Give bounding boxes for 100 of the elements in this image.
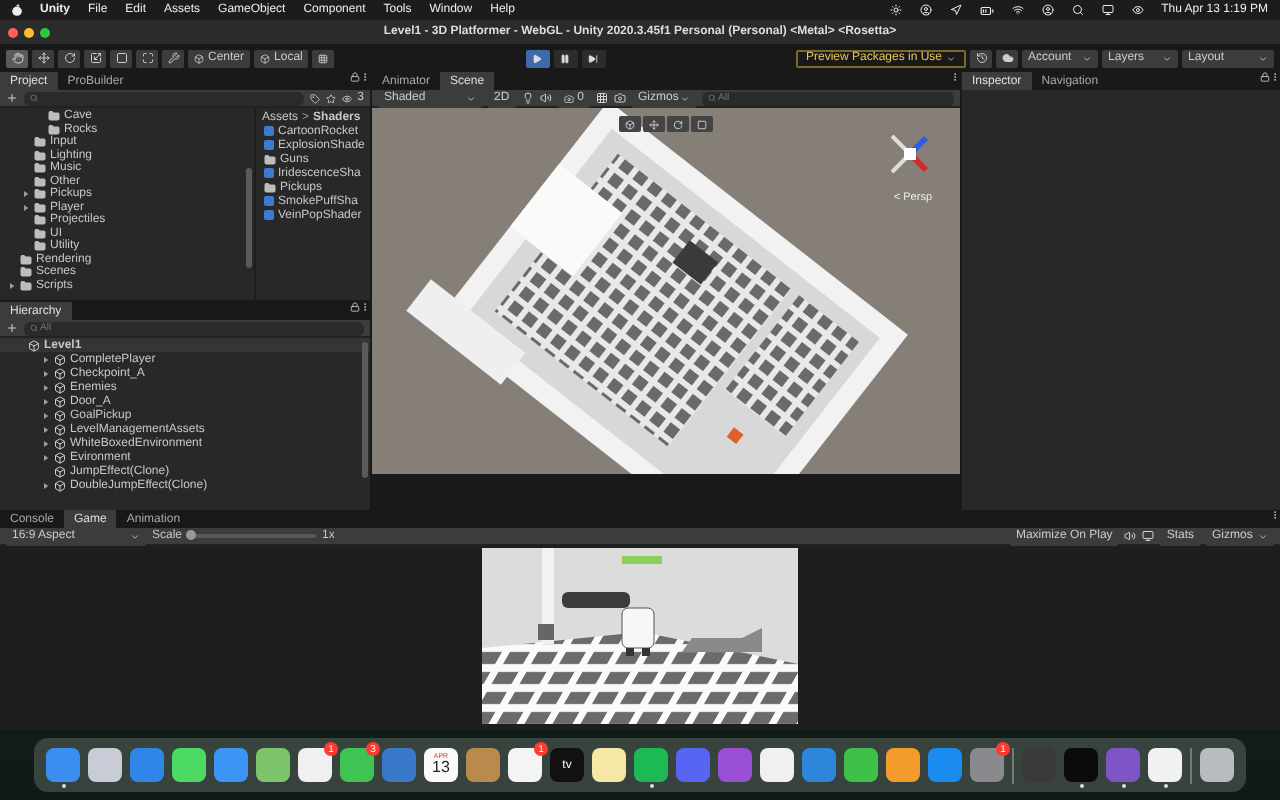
pivot-icon: [194, 53, 204, 63]
search-icon: [1071, 4, 1084, 16]
lock-icon: [1260, 72, 1270, 82]
chevron-down-icon: [946, 53, 957, 63]
chevron-down-icon: [680, 93, 691, 103]
app-icon[interactable]: [88, 748, 122, 782]
scrollbar[interactable]: [362, 342, 368, 478]
play-button[interactable]: [525, 49, 550, 67]
folder-icon: [264, 181, 276, 193]
camera-icon: [563, 93, 574, 103]
pause-button[interactable]: [553, 49, 578, 67]
logo-icon[interactable]: [12, 4, 22, 16]
running-indicator: [1163, 784, 1167, 788]
add-icon: [6, 92, 18, 104]
zoom-button[interactable]: [40, 27, 50, 37]
app-icon[interactable]: [760, 748, 794, 782]
chevron-down-icon: [1258, 531, 1268, 541]
close-button[interactable]: [8, 27, 18, 37]
rect-icon: [115, 52, 127, 64]
chevron-down-icon: [466, 93, 476, 103]
scene-icon: [28, 339, 40, 351]
search-icon: [30, 324, 38, 332]
tag-icon: [309, 93, 320, 103]
app-icon[interactable]: [886, 748, 920, 782]
search-icon: [708, 94, 717, 102]
scale-icon: [89, 52, 101, 64]
app-icon[interactable]: [634, 748, 668, 782]
overlay-tool-button[interactable]: [667, 116, 689, 132]
display-icon: [1101, 4, 1114, 16]
move-arrows-tool-button[interactable]: [32, 49, 54, 67]
app-icon[interactable]: [1148, 748, 1182, 782]
battery-icon: [979, 3, 994, 17]
status-icon: [889, 4, 902, 16]
light-icon: [521, 92, 534, 104]
chevron-down-icon: [1258, 53, 1269, 63]
location-arrow-icon: [949, 4, 962, 16]
user-icon: [1041, 4, 1054, 16]
transform-tool-button[interactable]: [136, 49, 158, 67]
user-icon: [919, 4, 932, 16]
cloud-icon: [1001, 52, 1014, 64]
history-button[interactable]: [970, 49, 993, 67]
hand-icon: [11, 52, 23, 64]
move-arrows-icon: [649, 119, 659, 129]
running-indicator: [649, 784, 653, 788]
running-indicator: [1121, 784, 1125, 788]
rotate-icon: [63, 52, 75, 64]
chevron-down-icon: [1082, 53, 1093, 63]
speaker-icon: [1124, 530, 1137, 542]
camera-icon: [614, 92, 627, 104]
expand-arrow-icon[interactable]: [8, 281, 16, 290]
star-icon: [325, 93, 336, 103]
step-icon: [588, 53, 599, 63]
minimize-button[interactable]: [24, 27, 34, 37]
wifi-icon: [1011, 4, 1024, 16]
status-icon: [1131, 4, 1144, 16]
play-icon: [532, 53, 543, 63]
overlay-tool-button[interactable]: [691, 116, 713, 132]
wrench-icon: [167, 52, 179, 64]
expand-arrow-icon[interactable]: [42, 481, 50, 489]
wrench-tool-button[interactable]: [162, 49, 184, 67]
app-icon[interactable]: [172, 748, 206, 782]
scrollbar[interactable]: [246, 168, 252, 268]
rotate-tool-button[interactable]: [58, 49, 80, 67]
app-icon[interactable]: [592, 748, 626, 782]
shader-file-icon: [264, 168, 274, 178]
add-icon: [6, 322, 18, 334]
grid-icon: [318, 53, 329, 63]
app-icon[interactable]: [1200, 748, 1234, 782]
cube-icon: [625, 119, 635, 129]
folder-icon: [264, 153, 276, 165]
move-arrows-icon: [37, 52, 49, 64]
chevron-down-icon: [1162, 53, 1173, 63]
grid-snap-button[interactable]: [312, 49, 335, 67]
app-icon-label: 13: [432, 760, 450, 777]
grid-icon: [596, 92, 609, 104]
search-icon: [30, 94, 38, 102]
hand-tool-button[interactable]: [6, 49, 28, 67]
scale-tool-button[interactable]: [84, 49, 106, 67]
pause-icon: [560, 53, 571, 63]
overlay-tool-button[interactable]: [619, 116, 641, 132]
eye-icon: [341, 93, 352, 103]
app-icon[interactable]: [256, 748, 290, 782]
display-icon: [1142, 530, 1155, 542]
rect-icon: [697, 119, 707, 129]
audio-icon: [539, 92, 552, 104]
rotate-icon: [673, 119, 683, 129]
search-field[interactable]: [24, 91, 304, 105]
rect-tool-button[interactable]: [110, 49, 132, 67]
lock-icon: [350, 302, 360, 312]
step-button[interactable]: [581, 49, 606, 67]
overlay-tool-button[interactable]: [643, 116, 665, 132]
history-icon: [975, 52, 988, 64]
cloud-button[interactable]: [996, 49, 1019, 67]
slider-thumb[interactable]: [186, 530, 197, 540]
running-indicator: [1079, 784, 1083, 788]
chevron-down-icon: [130, 531, 140, 541]
local-icon: [260, 53, 271, 63]
lock-icon: [350, 72, 360, 82]
app-icon[interactable]: [844, 748, 878, 782]
running-indicator: [61, 784, 65, 788]
